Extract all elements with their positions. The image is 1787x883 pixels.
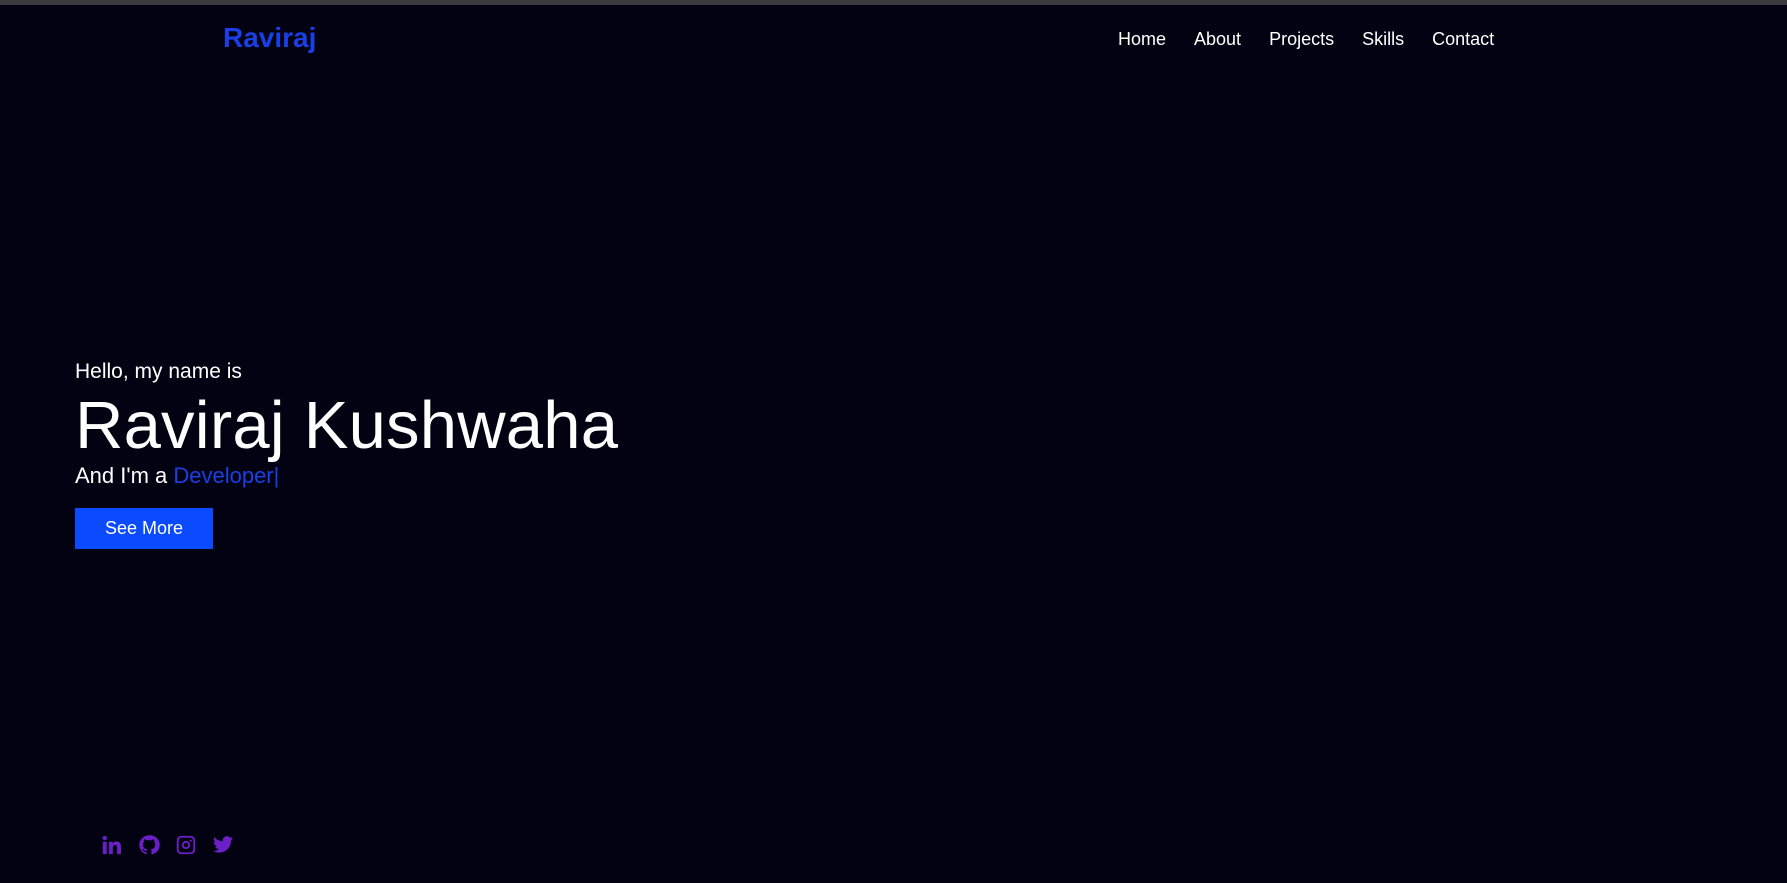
hero-greeting: Hello, my name is <box>75 360 242 383</box>
twitter-icon[interactable] <box>212 834 234 856</box>
page: Raviraj Home About Projects Skills Conta… <box>0 0 1787 883</box>
hero-section: Hello, my name is Raviraj Kushwaha And I… <box>75 358 618 549</box>
nav-item-contact[interactable]: Contact <box>1432 29 1494 50</box>
nav-item-home[interactable]: Home <box>1118 29 1166 50</box>
nav-item-projects[interactable]: Projects <box>1269 29 1334 50</box>
hero-role-line: And I'm a Developer| <box>75 462 618 490</box>
github-icon[interactable] <box>138 834 160 856</box>
hero-role-prefix: And I'm a <box>75 463 174 488</box>
instagram-icon[interactable] <box>175 834 197 856</box>
browser-top-strip <box>0 0 1787 5</box>
logo-link[interactable]: Raviraj <box>223 22 316 54</box>
hero-name: Raviraj Kushwaha <box>75 388 619 463</box>
see-more-button[interactable]: See More <box>75 508 213 549</box>
linkedin-icon[interactable] <box>101 834 123 856</box>
main-nav: Home About Projects Skills Contact <box>1118 29 1494 50</box>
nav-item-skills[interactable]: Skills <box>1362 29 1404 50</box>
typing-cursor: | <box>273 463 280 488</box>
hero-role-word: Developer <box>173 463 274 488</box>
nav-item-about[interactable]: About <box>1194 29 1241 50</box>
social-links <box>101 834 234 856</box>
